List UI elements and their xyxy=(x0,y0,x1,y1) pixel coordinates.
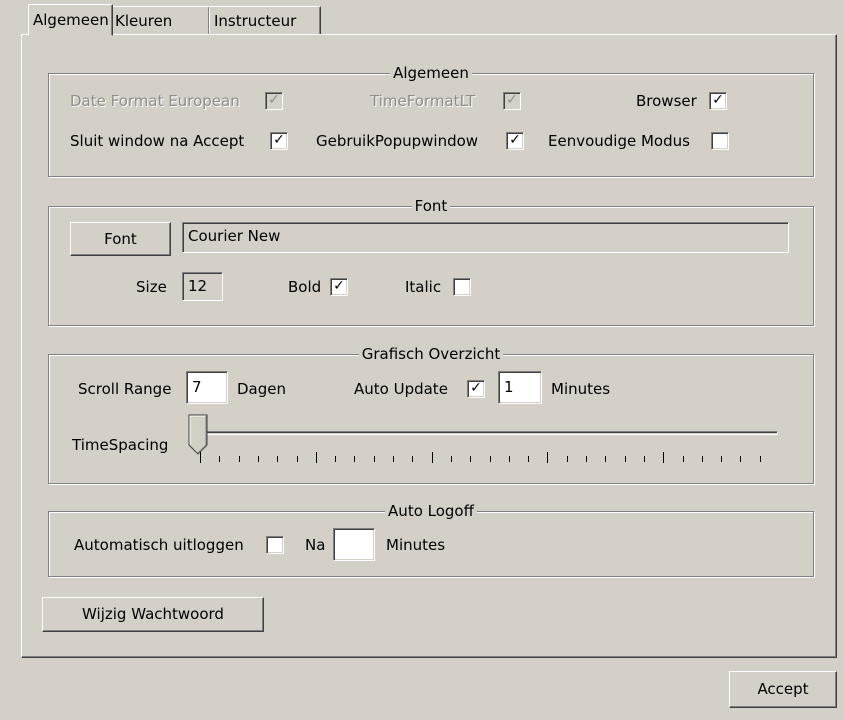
wijzig-wachtwoord-button[interactable]: Wijzig Wachtwoord xyxy=(42,597,264,632)
eenvoudig-label: Eenvoudige Modus xyxy=(548,132,690,150)
font-name-value: Courier New xyxy=(188,227,281,245)
logoff-minutes-input[interactable] xyxy=(333,528,375,561)
minutes-label: Minutes xyxy=(551,380,611,398)
timespacing-slider-track[interactable] xyxy=(192,431,778,435)
bold-label: Bold xyxy=(288,278,322,296)
slider-tick xyxy=(393,456,394,462)
scroll-range-value: 7 xyxy=(192,378,202,396)
slider-tick xyxy=(219,456,220,462)
slider-tick xyxy=(740,456,741,462)
slider-tick xyxy=(683,456,684,462)
slider-tick xyxy=(702,456,703,462)
slider-tick xyxy=(625,456,626,462)
font-button[interactable]: Font xyxy=(70,222,171,256)
slider-tick xyxy=(490,456,491,462)
auto-logout-checkbox[interactable] xyxy=(266,536,284,554)
bold-checkbox[interactable]: ✓ xyxy=(330,278,348,296)
group-title: Font xyxy=(411,197,451,215)
group-title: Auto Logoff xyxy=(385,502,477,520)
slider-tick xyxy=(412,456,413,462)
timespacing-label: TimeSpacing xyxy=(72,436,169,454)
font-button-label: Font xyxy=(104,230,137,248)
group-algemeen: Algemeen xyxy=(48,64,814,177)
size-field: 12 xyxy=(182,272,223,301)
browser-label: Browser xyxy=(636,92,697,110)
group-title: Grafisch Overzicht xyxy=(358,345,504,363)
tab-kleuren[interactable]: Kleuren xyxy=(110,6,210,35)
popup-label: GebruikPopupwindow xyxy=(316,132,479,150)
auto-update-minutes-value: 1 xyxy=(504,378,514,396)
slider-tick xyxy=(644,456,645,462)
dagen-label: Dagen xyxy=(237,380,286,398)
wijzig-wachtwoord-label: Wijzig Wachtwoord xyxy=(82,605,224,623)
tab-instructeur[interactable]: Instructeur xyxy=(209,6,321,35)
na-label: Na xyxy=(305,536,326,554)
slider-tick xyxy=(297,456,298,462)
sluit-window-checkbox[interactable]: ✓ xyxy=(270,132,288,150)
slider-tick xyxy=(335,456,336,462)
slider-tick xyxy=(663,452,664,463)
time-format-checkbox[interactable]: ✓ xyxy=(503,92,521,110)
auto-update-label: Auto Update xyxy=(354,380,448,398)
tab-algemeen[interactable]: Algemeen xyxy=(28,4,113,36)
size-value: 12 xyxy=(188,277,208,295)
slider-tick xyxy=(547,452,548,463)
slider-tick xyxy=(354,456,355,462)
date-format-checkbox[interactable]: ✓ xyxy=(265,92,283,110)
slider-tick xyxy=(760,456,761,462)
slider-tick xyxy=(258,456,259,462)
slider-tick xyxy=(605,456,606,462)
slider-tick xyxy=(470,456,471,462)
slider-tick xyxy=(316,452,317,463)
eenvoudig-checkbox[interactable] xyxy=(711,132,729,150)
auto-update-checkbox[interactable]: ✓ xyxy=(467,380,485,398)
slider-tick xyxy=(432,452,433,463)
timespacing-slider-thumb[interactable] xyxy=(188,414,210,456)
italic-checkbox[interactable] xyxy=(453,278,471,296)
slider-tick xyxy=(239,456,240,462)
slider-tick xyxy=(509,456,510,462)
browser-checkbox[interactable]: ✓ xyxy=(709,92,727,110)
logoff-minutes-label: Minutes xyxy=(386,536,446,554)
group-title: Algemeen xyxy=(390,64,472,82)
slider-tick xyxy=(451,456,452,462)
slider-tick xyxy=(567,456,568,462)
accept-button[interactable]: Accept xyxy=(729,671,837,708)
slider-tick xyxy=(586,456,587,462)
italic-label: Italic xyxy=(405,278,442,296)
size-label: Size xyxy=(136,278,167,296)
tab-label: Instructeur xyxy=(214,12,297,30)
date-format-label: Date Format European xyxy=(70,92,240,110)
time-format-label: TimeFormatLT xyxy=(370,92,476,110)
font-name-field: Courier New xyxy=(182,222,789,253)
scroll-range-input[interactable]: 7 xyxy=(186,371,228,404)
auto-update-minutes-input[interactable]: 1 xyxy=(498,371,542,404)
tab-label: Algemeen xyxy=(33,11,109,29)
slider-tick xyxy=(721,456,722,462)
slider-tick xyxy=(277,456,278,462)
group-grafisch-overzicht: Grafisch Overzicht xyxy=(48,345,814,484)
scroll-range-label: Scroll Range xyxy=(78,380,172,398)
slider-tick xyxy=(200,452,201,463)
popup-checkbox[interactable]: ✓ xyxy=(506,132,524,150)
auto-logout-label: Automatisch uitloggen xyxy=(74,536,244,554)
accept-label: Accept xyxy=(757,680,809,698)
tab-label: Kleuren xyxy=(115,12,173,30)
slider-tick xyxy=(528,456,529,462)
sluit-window-label: Sluit window na Accept xyxy=(70,132,245,150)
slider-tick xyxy=(374,456,375,462)
